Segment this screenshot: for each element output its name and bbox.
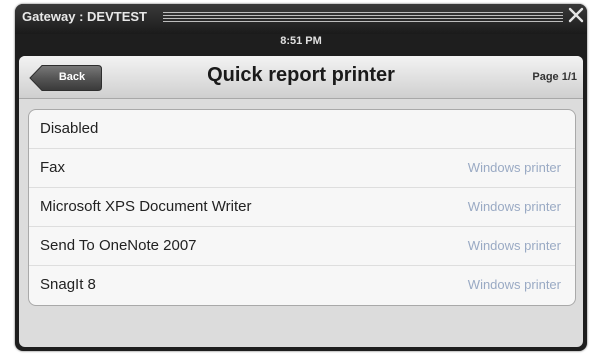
printer-name: Fax [40, 159, 66, 176]
clock: 8:51 PM [280, 35, 322, 47]
close-icon[interactable] [568, 7, 584, 23]
navigation-bar: Back Quick report printer Page 1/1 [19, 56, 583, 99]
list-item-disabled[interactable]: Disabled [29, 110, 575, 149]
window-title: Gateway : DEVTEST [22, 9, 147, 24]
page-indicator: Page 1/1 [532, 71, 577, 83]
page-title: Quick report printer [207, 64, 395, 86]
title-bar-grip [163, 12, 563, 23]
printer-type: Windows printer [467, 238, 561, 253]
list-item-fax[interactable]: Fax Windows printer [29, 149, 575, 188]
printer-name: Disabled [40, 120, 99, 137]
printer-type: Windows printer [467, 277, 561, 292]
back-button-label: Back [58, 71, 86, 83]
list-item-xps-writer[interactable]: Microsoft XPS Document Writer Windows pr… [29, 188, 575, 227]
title-bar[interactable]: Gateway : DEVTEST [15, 4, 587, 34]
printer-name: Microsoft XPS Document Writer [40, 198, 252, 215]
printer-name: SnagIt 8 [40, 276, 96, 293]
printer-type: Windows printer [467, 199, 561, 214]
printer-type: Windows printer [467, 160, 561, 175]
back-button[interactable]: Back [29, 64, 103, 92]
app-window: Gateway : DEVTEST 8:51 PM Back Quick rep… [15, 4, 587, 351]
list-item-snagit[interactable]: SnagIt 8 Windows printer [29, 266, 575, 304]
content-panel: Back Quick report printer Page 1/1 Disab… [19, 56, 583, 347]
list-item-onenote[interactable]: Send To OneNote 2007 Windows printer [29, 227, 575, 266]
printer-name: Send To OneNote 2007 [40, 237, 197, 254]
printer-list: Disabled Fax Windows printer Microsoft X… [28, 109, 576, 306]
